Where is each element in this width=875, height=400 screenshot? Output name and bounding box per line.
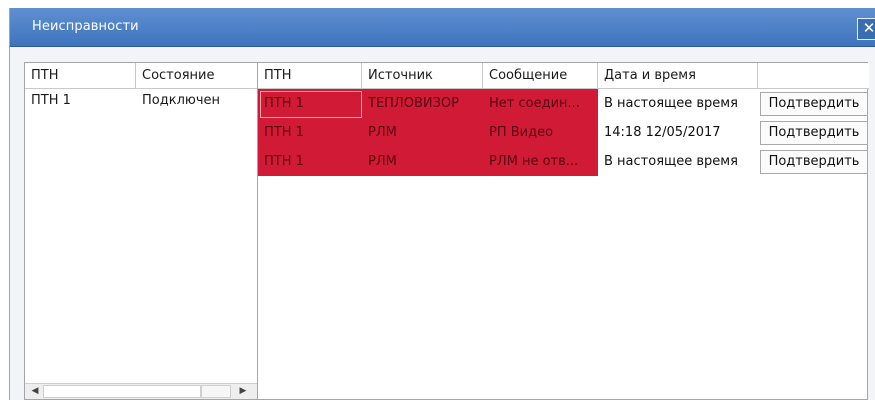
scroll-right-icon[interactable]: ▶ (235, 384, 251, 399)
table-row[interactable]: ПТН 1 РЛМ РЛМ не отв... В настоящее врем… (258, 147, 868, 176)
faults-table[interactable]: ПТН Источник Сообщение Дата и время ПТН … (257, 62, 869, 400)
column-header-ptn[interactable]: ПТН (258, 63, 362, 89)
faults-window: Неисправности ✕ ПТН Состояние ПТН 1 Подк… (9, 8, 875, 400)
cell-source: РЛМ (368, 125, 397, 140)
title-bar[interactable]: Неисправности ✕ (10, 8, 875, 47)
scroll-left-icon[interactable]: ◀ (27, 384, 43, 399)
column-header-ptn[interactable]: ПТН (25, 63, 136, 89)
cell-message: РП Видео (489, 125, 554, 140)
cell-message: РЛМ не отв... (489, 154, 579, 169)
cell-datetime: В настоящее время (604, 96, 738, 111)
scroll-track-end[interactable] (201, 385, 231, 398)
cell-datetime: 14:18 12/05/2017 (604, 125, 721, 140)
table-row[interactable]: ПТН 1 Подключен (25, 89, 259, 113)
cell-datetime: В настоящее время (604, 154, 738, 169)
cell-ptn: ПТН 1 (264, 154, 304, 169)
ptn-status-table[interactable]: ПТН Состояние ПТН 1 Подключен ◀ ▶ (24, 62, 259, 400)
column-header-state[interactable]: Состояние (136, 63, 259, 89)
column-header-datetime[interactable]: Дата и время (598, 63, 758, 89)
column-header-source[interactable]: Источник (362, 63, 483, 89)
table-row[interactable]: ПТН 1 ТЕПЛОВИЗОР Нет соедин... В настоящ… (258, 89, 868, 118)
cell-source: РЛМ (368, 154, 397, 169)
cell-message: Нет соедин... (489, 96, 580, 111)
column-header-action (758, 63, 869, 89)
window-title: Неисправности (32, 19, 139, 34)
confirm-button[interactable]: Подтвердить (760, 121, 868, 145)
table-row[interactable]: ПТН 1 РЛМ РП Видео 14:18 12/05/2017 Подт… (258, 118, 868, 147)
confirm-button[interactable]: Подтвердить (760, 150, 868, 174)
confirm-button[interactable]: Подтвердить (760, 92, 868, 116)
close-icon[interactable]: ✕ (857, 18, 875, 40)
scroll-thumb[interactable] (43, 385, 201, 398)
cell-source: ТЕПЛОВИЗОР (368, 96, 459, 111)
cell-ptn: ПТН 1 (31, 93, 71, 108)
column-header-message[interactable]: Сообщение (483, 63, 598, 89)
cell-ptn: ПТН 1 (264, 125, 304, 140)
cell-ptn: ПТН 1 (264, 96, 304, 111)
horizontal-scrollbar[interactable]: ◀ ▶ (25, 383, 257, 399)
cell-state: Подключен (142, 93, 220, 108)
